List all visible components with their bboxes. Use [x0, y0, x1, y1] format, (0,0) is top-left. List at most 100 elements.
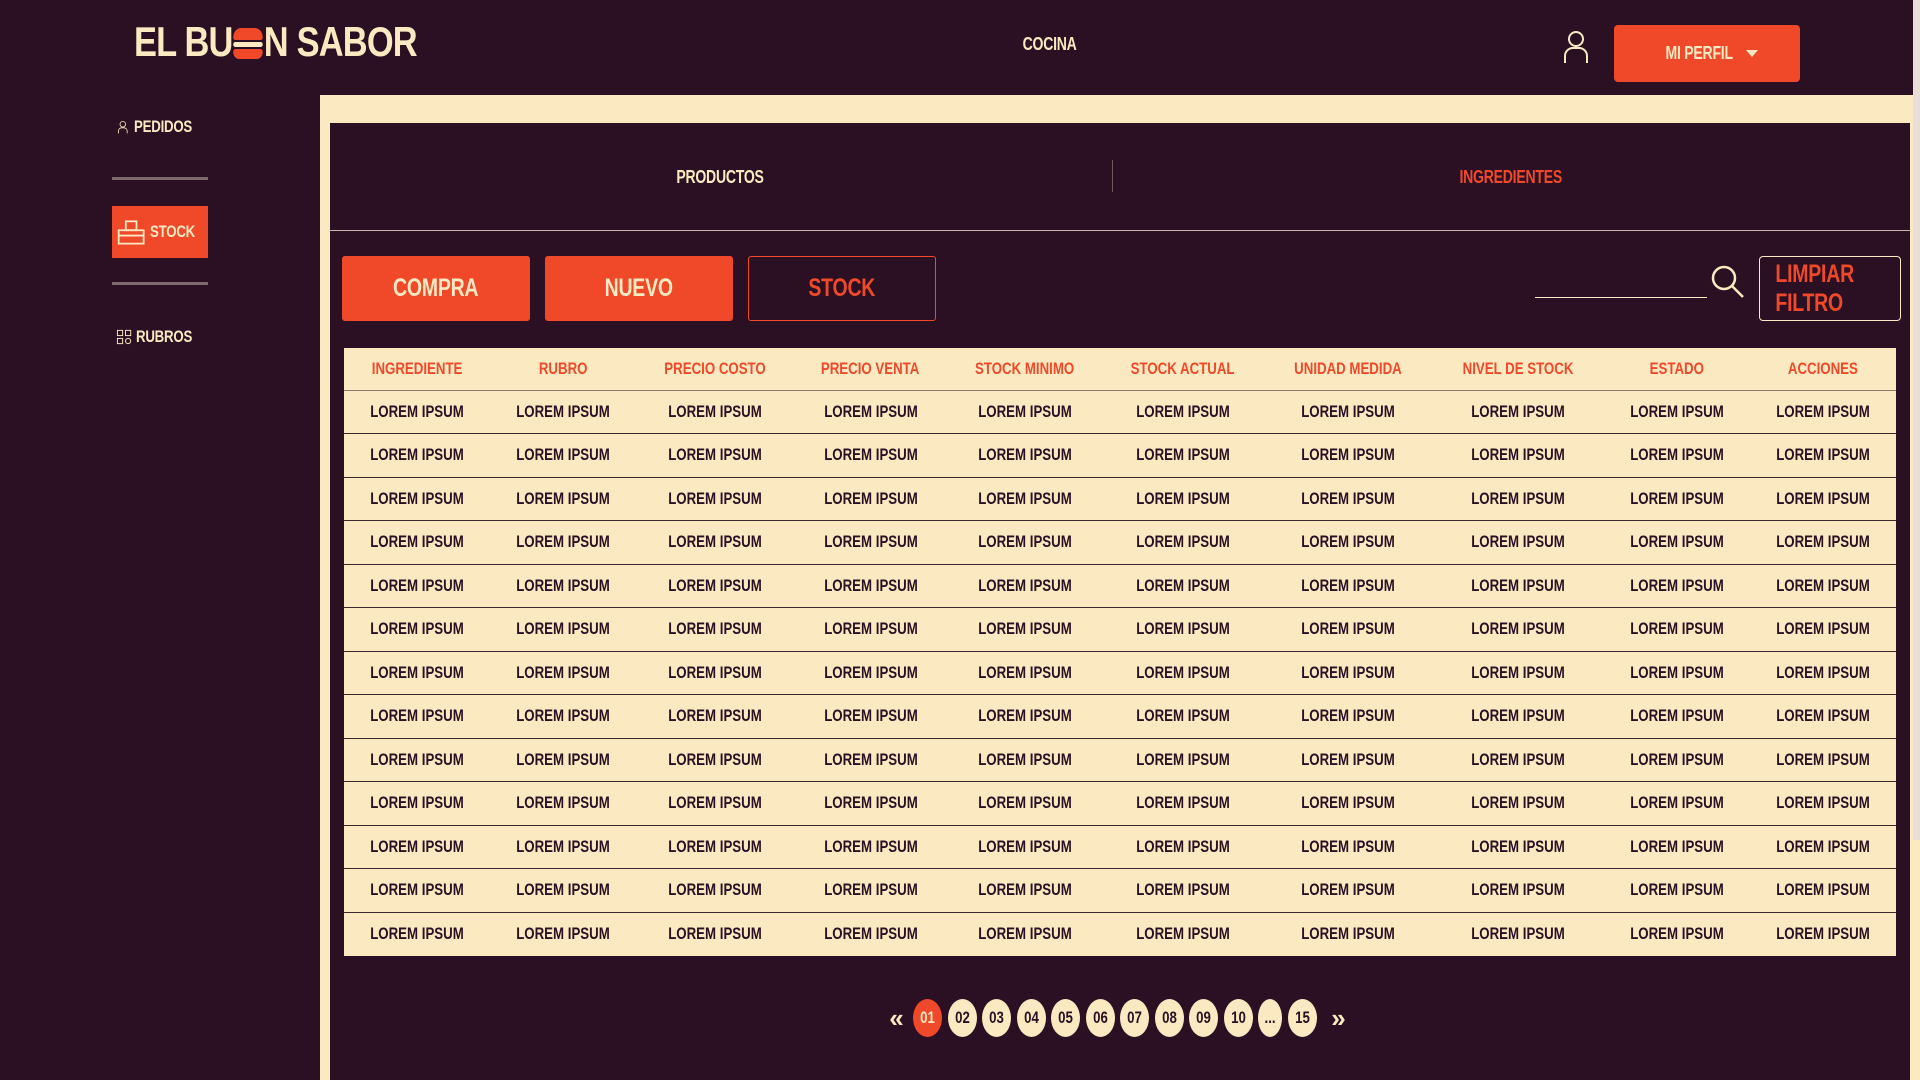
table-cell: LOREM IPSUM [1263, 520, 1432, 564]
table-cell: LOREM IPSUM [344, 737, 490, 782]
table-cell: LOREM IPSUM [1604, 650, 1751, 695]
table-row[interactable]: LOREM IPSUM LOREM IPSUM LOREM IPSUM LOREM I… [344, 476, 1896, 521]
table-cell: LOREM IPSUM [1101, 563, 1264, 608]
table-cell: LOREM IPSUM [1101, 781, 1264, 825]
table-row[interactable]: LOREM IPSUM LOREM IPSUM LOREM IPSUM LOREM I… [344, 911, 1896, 956]
tab-ingredientes[interactable]: INGREDIENTES [1112, 123, 1910, 231]
column-header[interactable]: ESTADO [1604, 348, 1751, 391]
scrollbar[interactable] [1913, 0, 1920, 840]
pagination-prev[interactable]: « [880, 1003, 913, 1034]
table-cell: LOREM IPSUM [1101, 520, 1264, 564]
table-cell: LOREM IPSUM [1630, 401, 1724, 421]
user-icon[interactable] [1563, 30, 1589, 64]
table-cell: LOREM IPSUM [635, 607, 794, 651]
tab-divider [1112, 160, 1113, 192]
table-cell: LOREM IPSUM [344, 433, 490, 477]
table-cell: LOREM IPSUM [1750, 781, 1896, 825]
column-header[interactable]: NIVEL DE STOCK [1431, 348, 1605, 391]
table-cell: LOREM IPSUM [1431, 911, 1605, 956]
clear-filter-button[interactable]: LIMPIAR FILTRO [1759, 256, 1901, 321]
table-cell: LOREM IPSUM [1604, 563, 1751, 608]
pagination-page[interactable]: 06 [1085, 999, 1115, 1037]
column-header[interactable]: STOCK ACTUAL [1101, 348, 1264, 391]
logo[interactable]: EL BU N SABOR [134, 18, 418, 66]
table-cell: LOREM IPSUM [344, 824, 490, 869]
table-cell: LOREM IPSUM [823, 401, 918, 421]
pagination-page[interactable]: 01 [913, 999, 942, 1037]
pagination-page[interactable]: 08 [1154, 999, 1184, 1037]
column-header[interactable]: UNIDAD MEDIDA [1263, 348, 1432, 391]
search-input[interactable] [1535, 270, 1707, 298]
table-row[interactable]: LOREM IPSUM LOREM IPSUM LOREM IPSUM LOREM I… [344, 433, 1896, 477]
table-cell: LOREM IPSUM [947, 737, 1102, 782]
column-header[interactable]: PRECIO COSTO [635, 348, 794, 391]
sidebar-item-stock[interactable]: STOCK [112, 206, 208, 258]
compra-button[interactable]: COMPRA [342, 256, 530, 321]
table-cell: LOREM IPSUM [947, 650, 1102, 695]
table-cell: LOREM IPSUM [1604, 433, 1751, 477]
table-cell: LOREM IPSUM [1263, 650, 1432, 695]
pagination-page[interactable]: 05 [1051, 999, 1080, 1037]
column-header[interactable]: INGREDIENTE [344, 348, 490, 391]
column-header[interactable]: ACCIONES [1750, 348, 1896, 391]
table-cell: LOREM IPSUM [1431, 607, 1605, 651]
column-header[interactable]: PRECIO VENTA [793, 348, 948, 391]
table-row[interactable]: LOREM IPSUM LOREM IPSUM LOREM IPSUM LOREM I… [344, 694, 1896, 738]
table-row[interactable]: LOREM IPSUM LOREM IPSUM LOREM IPSUM LOREM I… [344, 781, 1896, 825]
table-cell: LOREM IPSUM [947, 433, 1102, 477]
table-cell: LOREM IPSUM [344, 650, 490, 695]
nav-cocina[interactable]: COCINA [1000, 34, 1100, 55]
table-row[interactable]: LOREM IPSUM LOREM IPSUM LOREM IPSUM LOREM I… [344, 520, 1896, 564]
sidebar-item-label: STOCK [150, 222, 196, 241]
user-icon [117, 121, 128, 134]
search-icon[interactable] [1710, 264, 1746, 300]
table-cell: LOREM IPSUM [793, 563, 948, 608]
table-cell: LOREM IPSUM [489, 781, 636, 825]
table-row[interactable]: LOREM IPSUM LOREM IPSUM LOREM IPSUM LOREM I… [344, 737, 1896, 782]
table-cell: LOREM IPSUM [635, 650, 794, 695]
sidebar-item-pedidos[interactable]: PEDIDOS [112, 101, 208, 153]
stock-button[interactable]: STOCK [748, 256, 936, 321]
table-cell: LOREM IPSUM [1750, 694, 1896, 738]
table-row[interactable]: LOREM IPSUM LOREM IPSUM LOREM IPSUM LOREM I… [344, 824, 1896, 869]
table-cell: LOREM IPSUM [489, 563, 636, 608]
table-row[interactable]: LOREM IPSUM LOREM IPSUM LOREM IPSUM LOREM I… [344, 868, 1896, 912]
table-cell: LOREM IPSUM [1471, 401, 1565, 421]
table-cell: LOREM IPSUM [947, 520, 1102, 564]
table-cell: LOREM IPSUM [344, 911, 490, 956]
profile-menu-button[interactable]: MI PERFIL [1614, 25, 1800, 82]
table-cell: LOREM IPSUM [1101, 476, 1264, 521]
table-cell: LOREM IPSUM [635, 476, 794, 521]
table-cell: LOREM IPSUM [635, 694, 794, 738]
table-cell: LOREM IPSUM [1101, 607, 1264, 651]
table-row[interactable]: LOREM IPSUM LOREM IPSUM LOREM IPSUM LOREM I… [344, 563, 1896, 608]
table-cell: LOREM IPSUM [370, 401, 464, 421]
sidebar-item-rubros[interactable]: RUBROS [112, 311, 208, 363]
table-row[interactable]: LOREM IPSUM LOREM IPSUM LOREM IPSUM LOREM I… [344, 607, 1896, 651]
table-cell: LOREM IPSUM [1431, 868, 1605, 912]
sidebar-divider [112, 282, 208, 285]
pagination-page[interactable]: 15 [1287, 999, 1317, 1037]
column-header[interactable]: RUBRO [489, 348, 636, 391]
pagination-next[interactable]: » [1322, 1003, 1355, 1034]
pagination-page[interactable]: 09 [1189, 999, 1218, 1037]
table-row[interactable]: LOREM IPSUM LOREM IPSUM LOREM IPSUM LOREM I… [344, 650, 1896, 695]
table-cell: LOREM IPSUM [1604, 694, 1751, 738]
pagination-page[interactable]: 10 [1223, 999, 1253, 1037]
table-cell: LOREM IPSUM [793, 694, 948, 738]
pagination-page[interactable]: 07 [1120, 999, 1149, 1037]
table-cell: LOREM IPSUM [635, 433, 794, 477]
table-row[interactable]: LOREM IPSUM LOREM IPSUM LOREM IPSUM LOREM I… [344, 390, 1896, 434]
table-cell: LOREM IPSUM [1263, 781, 1432, 825]
column-header[interactable]: STOCK MINIMO [947, 348, 1102, 391]
tab-productos[interactable]: PRODUCTOS [330, 123, 1110, 231]
pagination-page[interactable]: 04 [1016, 999, 1046, 1037]
table-cell: LOREM IPSUM [1604, 824, 1751, 869]
nuevo-button[interactable]: NUEVO [545, 256, 733, 321]
pagination-page[interactable]: 03 [982, 999, 1011, 1037]
table-cell: LOREM IPSUM [793, 824, 948, 869]
logo-text-left: EL BU [134, 18, 233, 65]
table-cell: LOREM IPSUM [947, 694, 1102, 738]
pagination-page[interactable]: 02 [947, 999, 977, 1037]
pagination-ellipsis: ... [1258, 999, 1282, 1037]
